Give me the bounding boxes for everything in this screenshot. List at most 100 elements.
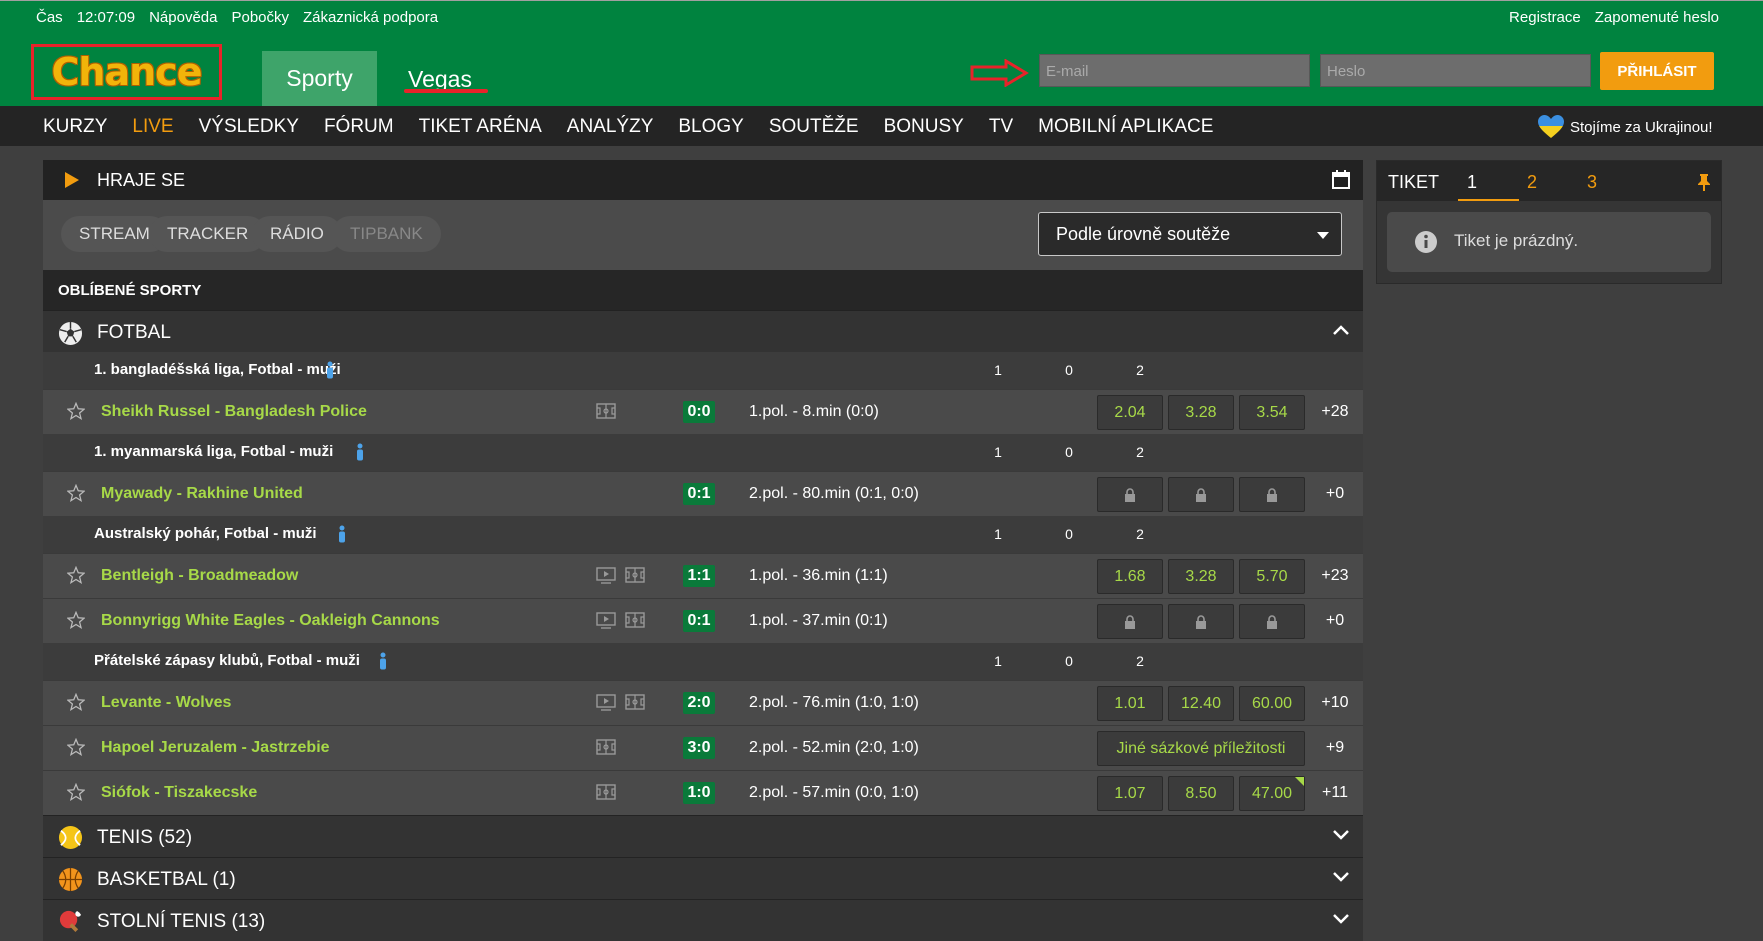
nav-analyzy[interactable]: ANALÝZY bbox=[567, 116, 654, 138]
odd-button-1[interactable]: 1.07 bbox=[1097, 776, 1163, 811]
more-bets-count[interactable]: +28 bbox=[1307, 403, 1363, 421]
ticket-empty-message: Tiket je prázdný. bbox=[1387, 212, 1711, 272]
match-score: 0:1 bbox=[683, 610, 715, 632]
sport-basketball-header[interactable]: BASKETBAL (1) bbox=[43, 857, 1363, 899]
sport-table-tennis-header[interactable]: STOLNÍ TENIS (13) bbox=[43, 899, 1363, 941]
odd-button-0[interactable]: 8.50 bbox=[1168, 776, 1234, 811]
match-teams[interactable]: Hapoel Jeruzalem - Jastrzebie bbox=[101, 739, 330, 757]
odd-button-1[interactable]: 1.68 bbox=[1097, 559, 1163, 594]
forgot-password-link[interactable]: Zapomenuté heslo bbox=[1595, 9, 1719, 26]
stream-icon[interactable] bbox=[596, 693, 616, 711]
support-link[interactable]: Zákaznická podpora bbox=[303, 9, 438, 26]
more-bets-count[interactable]: +9 bbox=[1307, 739, 1363, 757]
branches-link[interactable]: Pobočky bbox=[231, 9, 289, 26]
tracker-icon[interactable] bbox=[625, 693, 645, 711]
filter-tipbank[interactable]: TIPBANK bbox=[332, 216, 441, 252]
stream-icon[interactable] bbox=[596, 611, 616, 629]
nav-bonusy[interactable]: BONUSY bbox=[884, 116, 964, 138]
match-teams[interactable]: Sheikh Russel - Bangladesh Police bbox=[101, 403, 367, 421]
more-bets-count[interactable]: +23 bbox=[1307, 567, 1363, 585]
nav-souteze[interactable]: SOUTĚŽE bbox=[769, 116, 859, 138]
match-row[interactable]: Bonnyrigg White Eagles - Oakleigh Cannon… bbox=[43, 598, 1363, 643]
chevron-down-icon[interactable] bbox=[1333, 872, 1349, 882]
login-button[interactable]: PŘIHLÁSIT bbox=[1600, 52, 1714, 90]
odd-button-2[interactable]: 60.00 bbox=[1239, 686, 1305, 721]
calendar-icon[interactable] bbox=[1332, 170, 1350, 189]
odd-button-0[interactable]: 3.28 bbox=[1168, 559, 1234, 594]
odd-button-2[interactable]: 3.54 bbox=[1239, 395, 1305, 430]
chevron-down-icon[interactable] bbox=[1333, 830, 1349, 840]
star-icon[interactable] bbox=[67, 566, 85, 584]
ticket-tab-2[interactable]: 2 bbox=[1527, 172, 1537, 193]
nav-live[interactable]: LIVE bbox=[132, 116, 173, 138]
odds-header-0: 0 bbox=[1065, 526, 1073, 542]
nav-forum[interactable]: FÓRUM bbox=[324, 116, 394, 138]
password-input[interactable]: Heslo bbox=[1320, 54, 1591, 87]
odd-button-1[interactable]: 1.01 bbox=[1097, 686, 1163, 721]
filter-tracker[interactable]: TRACKER bbox=[149, 216, 267, 252]
nav-tv[interactable]: TV bbox=[989, 116, 1013, 138]
match-row[interactable]: Siófok - Tiszakecske 1:0 2.pol. - 57.min… bbox=[43, 770, 1363, 815]
tracker-icon[interactable] bbox=[596, 738, 616, 756]
match-row[interactable]: Levante - Wolves 2:0 2.pol. - 76.min (1:… bbox=[43, 680, 1363, 725]
ukraine-banner[interactable]: Stojíme za Ukrajinou! bbox=[1538, 115, 1713, 139]
nav-kurzy[interactable]: KURZY bbox=[43, 116, 107, 138]
tracker-icon[interactable] bbox=[596, 783, 616, 801]
league-name: Australský pohár, Fotbal - muži bbox=[94, 525, 317, 542]
match-teams[interactable]: Levante - Wolves bbox=[101, 694, 231, 712]
register-link[interactable]: Registrace bbox=[1509, 9, 1581, 26]
ticket-tab-3[interactable]: 3 bbox=[1587, 172, 1597, 193]
match-teams[interactable]: Bentleigh - Broadmeadow bbox=[101, 567, 298, 585]
filter-radio[interactable]: RÁDIO bbox=[252, 216, 342, 252]
odds-header-0: 0 bbox=[1065, 362, 1073, 378]
match-row[interactable]: Hapoel Jeruzalem - Jastrzebie 3:0 2.pol.… bbox=[43, 725, 1363, 770]
odd-button-2[interactable]: 5.70 bbox=[1239, 559, 1305, 594]
ticket-tab-1[interactable]: 1 bbox=[1467, 172, 1477, 193]
logo-link[interactable]: Chance bbox=[31, 44, 222, 100]
tracker-icon[interactable] bbox=[625, 566, 645, 584]
chevron-up-icon[interactable] bbox=[1333, 325, 1349, 335]
star-icon[interactable] bbox=[67, 611, 85, 629]
basketball-icon bbox=[58, 867, 83, 892]
email-input[interactable]: E-mail bbox=[1039, 54, 1310, 87]
match-teams[interactable]: Myawady - Rakhine United bbox=[101, 485, 303, 503]
sport-tennis-header[interactable]: TENIS (52) bbox=[43, 815, 1363, 857]
more-bets-count[interactable]: +0 bbox=[1307, 612, 1363, 630]
star-icon[interactable] bbox=[67, 402, 85, 420]
tracker-icon[interactable] bbox=[596, 402, 616, 420]
more-bets-count[interactable]: +0 bbox=[1307, 485, 1363, 503]
match-row[interactable]: Sheikh Russel - Bangladesh Police 0:0 1.… bbox=[43, 389, 1363, 434]
sport-football-header[interactable]: FOTBAL bbox=[43, 310, 1363, 352]
more-bets-count[interactable]: +11 bbox=[1307, 784, 1363, 802]
other-bets-button[interactable]: Jiné sázkové příležitosti bbox=[1097, 731, 1305, 766]
more-bets-count[interactable]: +10 bbox=[1307, 694, 1363, 712]
match-row[interactable]: Bentleigh - Broadmeadow 1:1 1.pol. - 36.… bbox=[43, 553, 1363, 598]
odd-button-0[interactable]: 12.40 bbox=[1168, 686, 1234, 721]
chevron-down-icon[interactable] bbox=[1333, 914, 1349, 924]
tracker-icon[interactable] bbox=[625, 611, 645, 629]
help-link[interactable]: Nápověda bbox=[149, 9, 217, 26]
locked-odd bbox=[1239, 477, 1305, 512]
sort-select[interactable]: Podle úrovně soutěže bbox=[1038, 212, 1342, 256]
logo: Chance bbox=[51, 50, 203, 94]
nav-mobile-app[interactable]: MOBILNÍ APLIKACE bbox=[1038, 116, 1213, 138]
star-icon[interactable] bbox=[67, 484, 85, 502]
odds-header-2: 2 bbox=[1136, 362, 1144, 378]
pin-icon[interactable] bbox=[1697, 173, 1711, 191]
match-teams[interactable]: Bonnyrigg White Eagles - Oakleigh Cannon… bbox=[101, 612, 440, 630]
stream-icon[interactable] bbox=[596, 566, 616, 584]
star-icon[interactable] bbox=[67, 783, 85, 801]
odd-button-2[interactable]: 47.00 bbox=[1239, 776, 1305, 811]
match-row[interactable]: Myawady - Rakhine United 0:1 2.pol. - 80… bbox=[43, 471, 1363, 516]
match-teams[interactable]: Siófok - Tiszakecske bbox=[101, 784, 257, 802]
match-time: 2.pol. - 52.min (2:0, 1:0) bbox=[749, 739, 919, 756]
nav-tiket-arena[interactable]: TIKET ARÉNA bbox=[419, 116, 542, 138]
star-icon[interactable] bbox=[67, 738, 85, 756]
odd-button-0[interactable]: 3.28 bbox=[1168, 395, 1234, 430]
nav-vysledky[interactable]: VÝSLEDKY bbox=[199, 116, 299, 138]
odd-button-1[interactable]: 2.04 bbox=[1097, 395, 1163, 430]
favorites-label: OBLÍBENÉ SPORTY bbox=[58, 282, 202, 299]
tab-sporty[interactable]: Sporty bbox=[262, 51, 377, 106]
star-icon[interactable] bbox=[67, 693, 85, 711]
nav-blogy[interactable]: BLOGY bbox=[678, 116, 743, 138]
